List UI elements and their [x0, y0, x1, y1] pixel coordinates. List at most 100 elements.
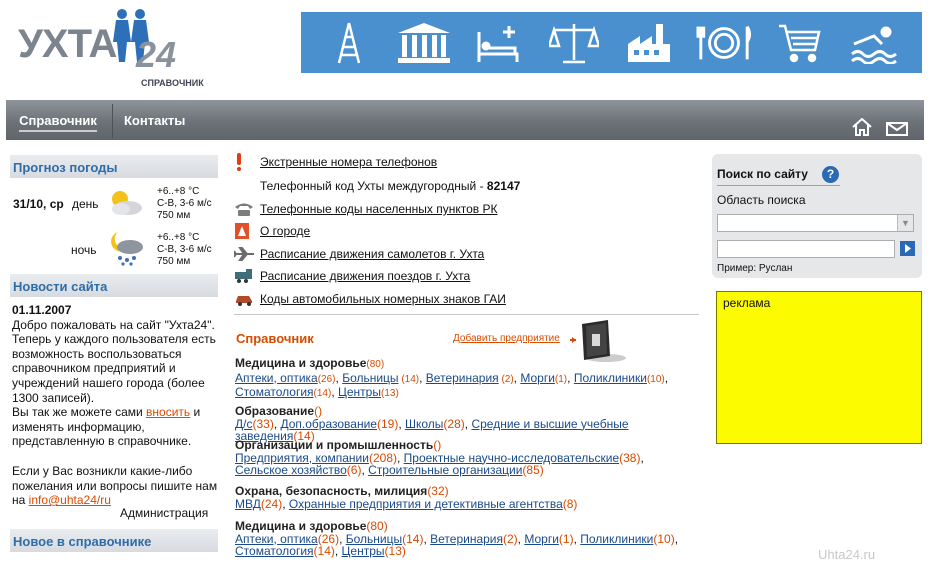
subcategory-link[interactable]: Сельское хозяйство [235, 463, 347, 477]
subcategory-link[interactable]: Школы [405, 417, 443, 431]
news-paragraph-2: Вы так же можете сами вносить и изменять… [12, 405, 218, 449]
subcategory-count: (14) [313, 388, 332, 399]
subcategory-count: (24) [260, 496, 283, 511]
weather-night-pressure: 750 мм [157, 256, 191, 267]
subcategory-link[interactable]: Стоматология [235, 544, 314, 558]
ad-banner[interactable]: реклама [716, 291, 922, 444]
contribute-link[interactable]: вносить [146, 405, 190, 419]
category-security: Охрана, безопасность, милиция(32) МВД(24… [235, 485, 705, 510]
night-rain-icon [111, 232, 143, 266]
car-plate-codes-link[interactable]: Коды автомобильных номерных знаков ГАИ [260, 292, 506, 306]
watermark: Uhta24.ru [818, 547, 876, 562]
subcategory-link[interactable]: МВД [235, 497, 261, 511]
about-city-link[interactable]: О городе [260, 224, 310, 238]
add-company-link[interactable]: Добавить предприятие [453, 333, 560, 344]
restaurant-icon[interactable] [696, 18, 752, 68]
phone-code-label: Телефонный код Ухты междугородный - [260, 179, 487, 193]
subcategory-link[interactable]: Морги [524, 532, 559, 546]
subcategory-count: (13) [384, 544, 406, 558]
site-search-panel: Поиск по сайту ? Область поиска ▼ Пример… [712, 154, 922, 278]
news-body: 01.11.2007 Добро пожаловать на сайт "Ухт… [12, 303, 218, 508]
subcategory-count: (26) [317, 373, 336, 385]
subcategory-count: (1) [554, 373, 568, 385]
phone-code-text: Телефонный код Ухты междугородный - 8214… [260, 179, 520, 193]
weather-night-temp: +6..+8 °С [157, 232, 200, 243]
oil-derrick-icon[interactable] [321, 18, 377, 68]
subcategory-count: (85) [522, 463, 544, 477]
help-icon[interactable]: ? [822, 166, 839, 183]
subcategory-link[interactable]: Центры [342, 544, 385, 558]
subcategory-link[interactable]: Центры [338, 385, 381, 399]
subcategory-link[interactable]: Ветеринария [426, 371, 499, 385]
subcategory-link[interactable]: Охранные предприятия и детективные агент… [289, 497, 563, 511]
subcategory-count: (38) [619, 450, 641, 465]
link-row-about-city[interactable]: О городе [234, 221, 310, 241]
exclamation-icon [237, 153, 241, 171]
subcategory-count: (13) [380, 388, 399, 399]
planes-schedule-link[interactable]: Расписание движения самолетов г. Ухта [260, 247, 484, 261]
nav-contacts[interactable]: Контакты [124, 100, 185, 140]
weather-header: Прогноз погоды [10, 155, 218, 178]
emergency-numbers-link[interactable]: Экстренные номера телефонов [260, 155, 437, 169]
hospital-icon[interactable] [471, 18, 527, 68]
link-row-emergency[interactable]: Экстренные номера телефонов [234, 152, 437, 172]
subcategory-link[interactable]: Морги [520, 371, 555, 385]
swimming-icon[interactable] [846, 18, 902, 68]
category-medicine-head: Медицина и здоровье [235, 356, 367, 370]
category-education: Образование() Д/с(33), Доп.образование(1… [235, 405, 705, 443]
subcategory-link[interactable]: Больницы [342, 371, 398, 385]
home-icon[interactable] [852, 118, 872, 136]
category-medicine-items: Аптеки, оптика(26), Больницы (14), Ветер… [235, 370, 669, 385]
weather-night-label: ночь [71, 243, 97, 257]
subcategory-link[interactable]: Строительные организации [368, 463, 522, 477]
chevron-down-icon[interactable]: ▼ [897, 215, 913, 231]
weather-date: 31/10, ср [13, 197, 64, 211]
directory-title: Справочник [236, 331, 314, 346]
partly-cloudy-icon [112, 191, 142, 215]
weather-night-info: +6..+8 °С С-В, 3-6 м/с 750 мм [157, 232, 212, 268]
subcategory-count: (1) [558, 531, 574, 546]
logo-subtitle: СПРАВОЧНИК [141, 78, 204, 88]
subcategory-count: (10) [653, 531, 675, 546]
weather-day-info: +6..+8 °С С-В, 3-6 м/с 750 мм [157, 186, 212, 222]
nav-divider [112, 104, 113, 138]
logo-text: УХТА [18, 22, 117, 66]
subcategory-link[interactable]: Аптеки, оптика [235, 371, 318, 385]
search-area-select[interactable]: ▼ [717, 214, 914, 232]
scales-justice-icon[interactable] [546, 18, 602, 68]
link-row-car-codes[interactable]: Коды автомобильных номерных знаков ГАИ [234, 289, 506, 309]
center-divider [234, 314, 699, 315]
email-link[interactable]: info@uhta24/ru [29, 493, 111, 507]
category-medicine-2: Медицина и здоровье(80) Аптеки, оптика(2… [235, 520, 705, 558]
category-icon-bar [301, 12, 922, 73]
category-organizations-items-2: Сельское хозяйство(6), Строительные орга… [235, 463, 544, 477]
mail-icon[interactable] [886, 122, 908, 136]
link-row-rk-codes[interactable]: Телефонные коды населенных пунктов РК [234, 199, 498, 219]
nav-directory[interactable]: Справочник [6, 100, 110, 140]
site-logo[interactable]: УХТА 24 СПРАВОЧНИК [18, 8, 208, 92]
subcategory-link[interactable]: Ветеринария [430, 532, 503, 546]
link-row-planes[interactable]: Расписание движения самолетов г. Ухта [234, 244, 484, 264]
train-icon [235, 269, 252, 283]
subcategory-link[interactable]: Поликлиники [580, 532, 653, 546]
search-submit-icon[interactable] [900, 241, 915, 256]
search-input[interactable] [717, 240, 895, 258]
category-medicine: Медицина и здоровье(80) Аптеки, оптика(2… [235, 357, 705, 401]
government-building-icon[interactable] [396, 18, 452, 68]
category-medicine-items-2: Стоматология(14), Центры(13) [235, 385, 399, 399]
subcategory-link[interactable]: Поликлиники [574, 371, 647, 385]
category-medicine-count: (80) [366, 359, 385, 370]
link-row-trains[interactable]: Расписание движения поездов г. Ухта [234, 266, 470, 286]
news-date: 01.11.2007 [12, 303, 72, 317]
trains-schedule-link[interactable]: Расписание движения поездов г. Ухта [260, 269, 470, 283]
factory-icon[interactable] [621, 18, 677, 68]
ad-label: реклама [723, 296, 771, 310]
car-icon [236, 296, 252, 306]
shopping-cart-icon[interactable] [771, 18, 827, 68]
subcategory-link[interactable]: Стоматология [235, 385, 314, 399]
weather-day-temp: +6..+8 °С [157, 186, 200, 197]
news-p2-start: Вы так же можете сами [12, 405, 147, 420]
subcategory-count: (19) [376, 416, 399, 431]
weather-day-wind: С-В, 3-6 м/с [157, 198, 212, 209]
rk-phone-codes-link[interactable]: Телефонные коды населенных пунктов РК [260, 202, 498, 216]
